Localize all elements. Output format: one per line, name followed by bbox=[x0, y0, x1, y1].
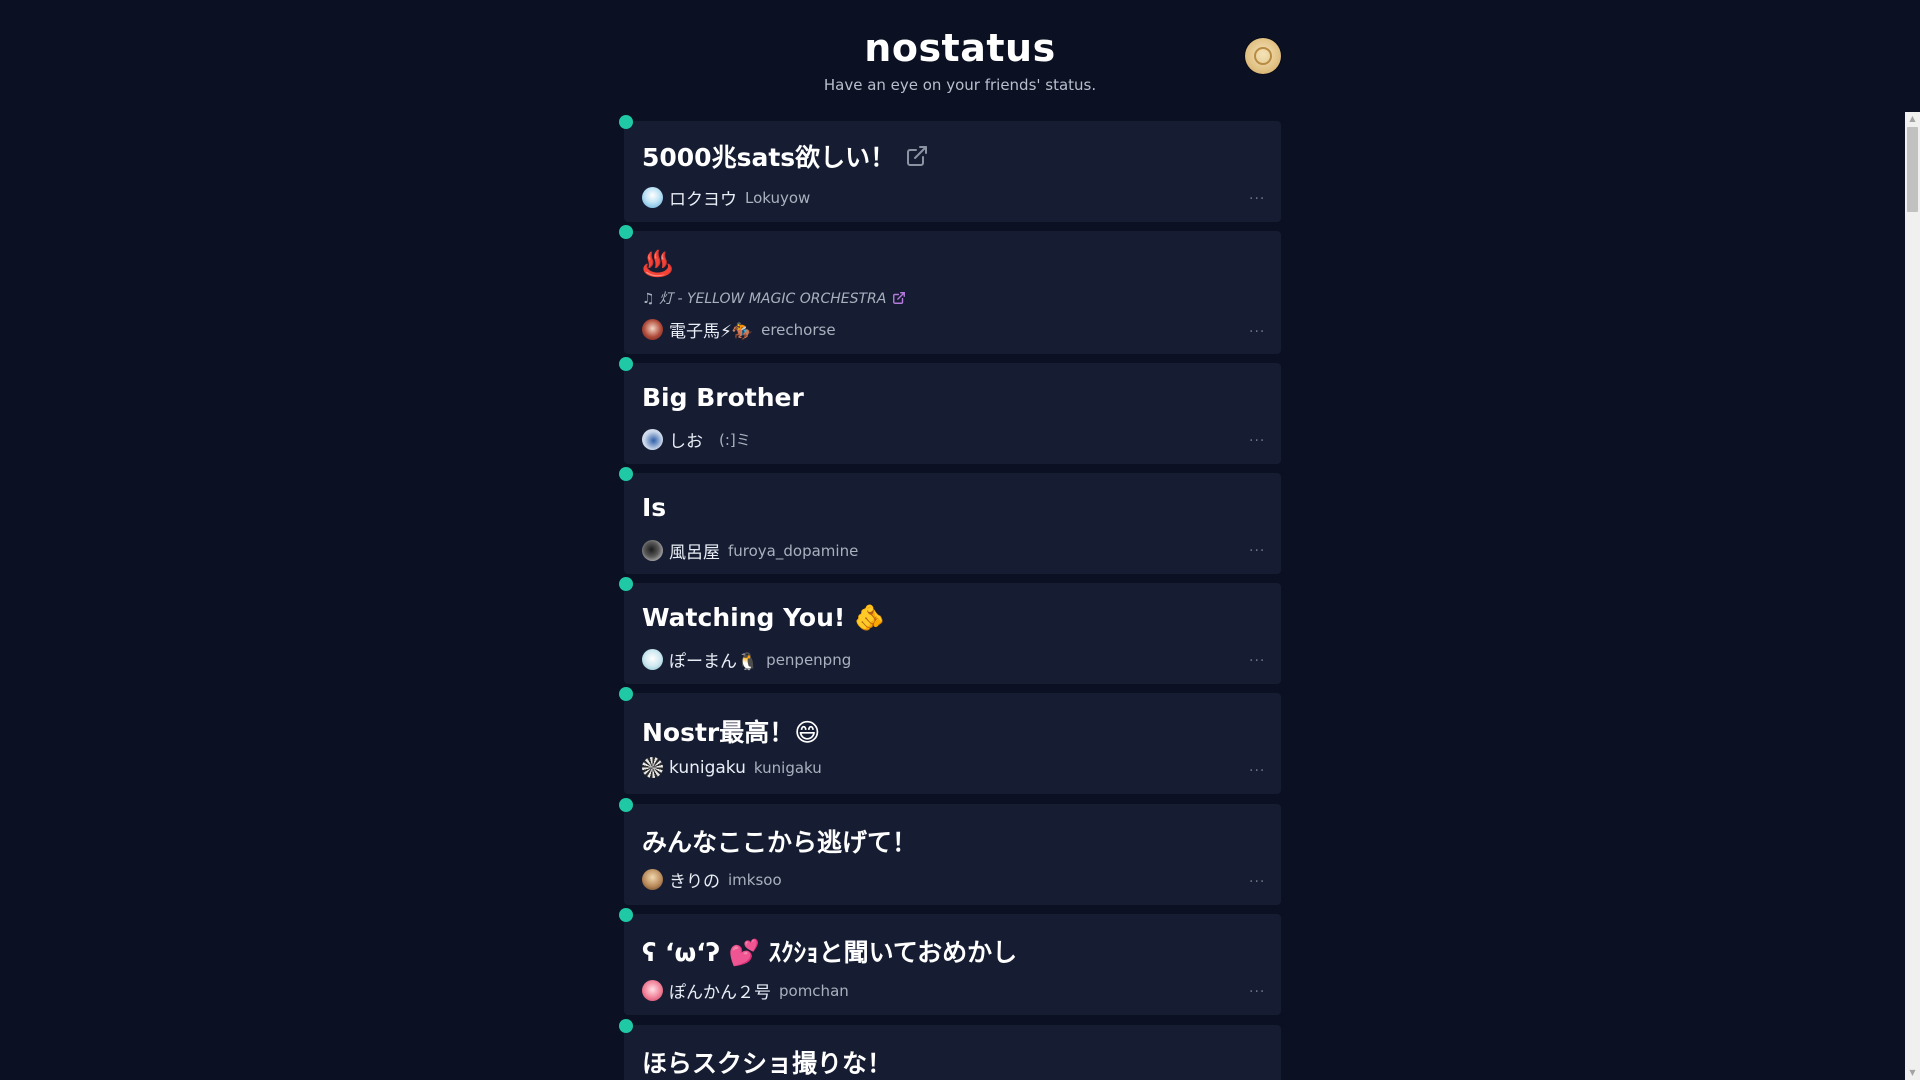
more-options-button[interactable]: ··· bbox=[1249, 434, 1267, 448]
status-text: みんなここから逃げて！ bbox=[642, 828, 918, 857]
status-text: Nostr最高！😄 bbox=[642, 718, 821, 747]
header: nostatus Have an eye on your friends' st… bbox=[0, 0, 1905, 110]
author-avatar bbox=[642, 649, 663, 670]
status-card: ʕ ʻωʻʔ 💕 ｽｸｼｮと聞いておめかし ぽんかん２号 pomchan ··· bbox=[619, 908, 1281, 1015]
status-text: Watching You! 🫵 bbox=[642, 603, 886, 632]
status-text: ♨️ bbox=[642, 249, 674, 278]
author[interactable]: 風呂屋 furoya_dopamine bbox=[642, 538, 858, 563]
author-handle: furoya_dopamine bbox=[728, 541, 859, 560]
online-dot bbox=[619, 577, 633, 591]
status-text-row: ♨️ bbox=[642, 249, 673, 279]
scroll-thumb[interactable] bbox=[1907, 127, 1918, 212]
status-card: ほらスクショ撮りな！ bbox=[619, 1019, 1281, 1080]
status-text-row: 5000兆sats欲しい！ bbox=[642, 138, 929, 174]
status-card: ♨️ ♫ 灯 - YELLOW MAGIC ORCHESTRA 電子馬⚡🏇 er… bbox=[619, 225, 1281, 354]
author-handle: kunigaku bbox=[753, 758, 822, 777]
author-avatar bbox=[642, 319, 663, 340]
status-text-row: Big Brother bbox=[642, 383, 804, 412]
author-avatar bbox=[642, 540, 663, 561]
author[interactable]: ロクヨウ Lokuyow bbox=[642, 185, 810, 210]
status-text: 5000兆sats欲しい！ bbox=[642, 143, 896, 172]
author-handle: erechorse bbox=[761, 320, 836, 339]
online-dot bbox=[619, 1019, 633, 1033]
more-options-button[interactable]: ··· bbox=[1249, 192, 1267, 206]
status-text-row: Nostr最高！😄 bbox=[642, 713, 820, 749]
author[interactable]: しお (:]ミ bbox=[642, 427, 751, 452]
online-dot bbox=[619, 115, 633, 129]
status-card: みんなここから逃げて！ きりの imksoo ··· bbox=[619, 798, 1281, 905]
author[interactable]: kunigaku kunigaku bbox=[642, 757, 822, 778]
author-avatar bbox=[642, 187, 663, 208]
author-display-name: ロクヨウ bbox=[669, 190, 737, 210]
music-text: ♫ 灯 - YELLOW MAGIC ORCHESTRA bbox=[642, 291, 887, 307]
status-text: Is bbox=[642, 493, 667, 522]
author-display-name: kunigaku bbox=[669, 757, 746, 778]
vertical-scrollbar[interactable]: ▲ ▼ bbox=[1905, 112, 1920, 1080]
page-subtitle: Have an eye on your friends' status. bbox=[823, 76, 1097, 94]
author-display-name: 風呂屋 bbox=[669, 543, 720, 563]
more-options-button[interactable]: ··· bbox=[1249, 875, 1267, 889]
status-card: Big Brother しお (:]ミ ··· bbox=[619, 357, 1281, 464]
online-dot bbox=[619, 798, 633, 812]
status-card: 5000兆sats欲しい！ ロクヨウ Lokuyow ··· bbox=[619, 115, 1281, 222]
status-text-row: ʕ ʻωʻʔ 💕 ｽｸｼｮと聞いておめかし bbox=[642, 933, 1017, 969]
author[interactable]: ぽんかん２号 pomchan bbox=[642, 978, 849, 1003]
online-dot bbox=[619, 225, 633, 239]
music-link-icon[interactable] bbox=[892, 291, 906, 305]
status-card: Is 風呂屋 furoya_dopamine ··· bbox=[619, 467, 1281, 574]
status-text: ʕ ʻωʻʔ 💕 ｽｸｼｮと聞いておめかし bbox=[642, 938, 1018, 967]
author-display-name: ぽーまん🐧 bbox=[669, 652, 759, 672]
more-options-button[interactable]: ··· bbox=[1249, 764, 1267, 778]
more-options-button[interactable]: ··· bbox=[1249, 544, 1267, 558]
author-handle: pomchan bbox=[779, 981, 849, 1000]
author-display-name: 電子馬⚡🏇 bbox=[669, 322, 754, 342]
status-text: Big Brother bbox=[642, 383, 804, 412]
avatar-face-icon bbox=[1254, 47, 1272, 65]
more-options-button[interactable]: ··· bbox=[1249, 654, 1267, 668]
online-dot bbox=[619, 357, 633, 371]
status-text-row: ほらスクショ撮りな！ bbox=[642, 1044, 892, 1080]
author-handle: penpenpng bbox=[766, 650, 852, 669]
status-text: ほらスクショ撮りな！ bbox=[642, 1049, 893, 1078]
page-title: nostatus bbox=[864, 26, 1056, 70]
online-dot bbox=[619, 467, 633, 481]
more-options-button[interactable]: ··· bbox=[1249, 325, 1267, 339]
status-text-row: みんなここから逃げて！ bbox=[642, 823, 917, 859]
status-card: Nostr最高！😄 kunigaku kunigaku ··· bbox=[619, 687, 1281, 794]
author[interactable]: ぽーまん🐧 penpenpng bbox=[642, 647, 851, 672]
author-avatar bbox=[642, 429, 663, 450]
author-handle: imksoo bbox=[728, 870, 782, 889]
author-handle: Lokuyow bbox=[745, 188, 811, 207]
author-display-name: しお bbox=[669, 432, 703, 452]
music-status: ♫ 灯 - YELLOW MAGIC ORCHESTRA bbox=[642, 288, 906, 308]
author[interactable]: きりの imksoo bbox=[642, 867, 782, 892]
author-display-name: ぽんかん２号 bbox=[669, 983, 771, 1003]
author-display-name: きりの bbox=[669, 872, 720, 892]
online-dot bbox=[619, 908, 633, 922]
author-avatar bbox=[642, 869, 663, 890]
author-handle: (:]ミ bbox=[719, 431, 751, 449]
status-card: Watching You! 🫵 ぽーまん🐧 penpenpng ··· bbox=[619, 577, 1281, 684]
author-avatar bbox=[642, 980, 663, 1001]
status-text-row: Is bbox=[642, 493, 666, 522]
online-dot bbox=[619, 687, 633, 701]
scroll-down-arrow-icon[interactable]: ▼ bbox=[1905, 1066, 1920, 1080]
scroll-up-arrow-icon[interactable]: ▲ bbox=[1905, 112, 1920, 126]
author-avatar bbox=[642, 757, 663, 778]
more-options-button[interactable]: ··· bbox=[1249, 985, 1267, 999]
author[interactable]: 電子馬⚡🏇 erechorse bbox=[642, 317, 836, 342]
external-link-icon[interactable] bbox=[905, 144, 929, 168]
status-text-row: Watching You! 🫵 bbox=[642, 603, 885, 633]
user-avatar[interactable] bbox=[1245, 38, 1281, 74]
page: nostatus Have an eye on your friends' st… bbox=[0, 0, 1920, 1080]
